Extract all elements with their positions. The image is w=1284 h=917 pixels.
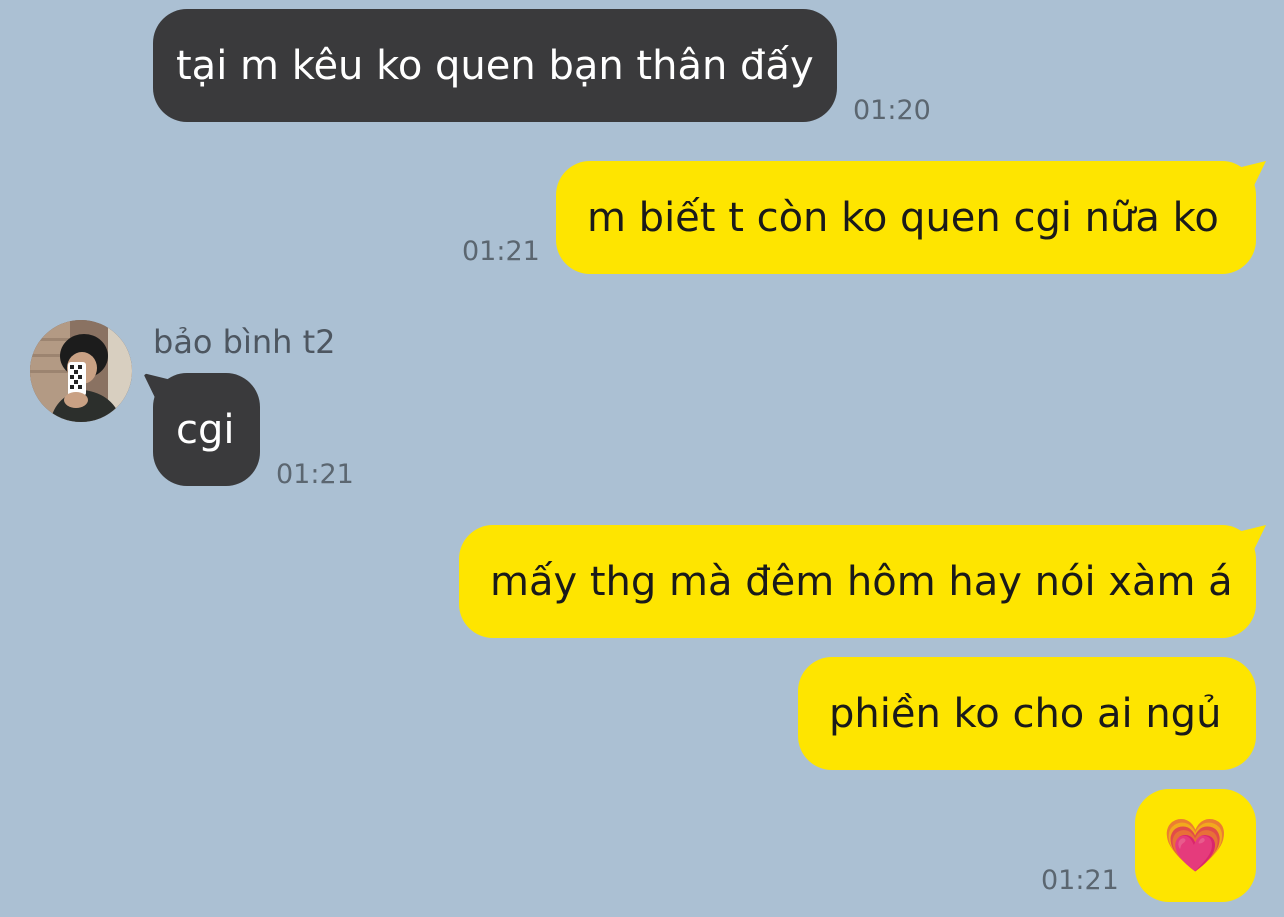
message-bubble-outgoing[interactable]: m biết t còn ko quen cgi nữa ko: [556, 161, 1256, 274]
avatar-photo: [30, 320, 132, 422]
sender-name: bảo bình t2: [153, 323, 336, 361]
message-bubble-outgoing[interactable]: phiền ko cho ai ngủ: [798, 657, 1256, 770]
message-bubble-incoming[interactable]: cgi: [153, 373, 260, 486]
message-bubble-outgoing[interactable]: 💗: [1135, 789, 1256, 902]
message-text: cgi: [176, 406, 235, 453]
message-text: tại m kêu ko quen bạn thân đấy: [176, 42, 814, 89]
message-timestamp: 01:20: [853, 95, 931, 126]
message-timestamp: 01:21: [1041, 865, 1119, 896]
message-text: mấy thg mà đêm hôm hay nói xàm á: [490, 558, 1233, 605]
message-bubble-outgoing[interactable]: mấy thg mà đêm hôm hay nói xàm á: [459, 525, 1256, 638]
heart-emoji: 💗: [1163, 815, 1228, 876]
message-timestamp: 01:21: [462, 236, 540, 267]
message-text: phiền ko cho ai ngủ: [829, 690, 1222, 737]
message-timestamp: 01:21: [276, 459, 354, 490]
avatar[interactable]: [30, 320, 132, 422]
message-text: m biết t còn ko quen cgi nữa ko: [587, 194, 1219, 241]
message-bubble-incoming[interactable]: tại m kêu ko quen bạn thân đấy: [153, 9, 837, 122]
